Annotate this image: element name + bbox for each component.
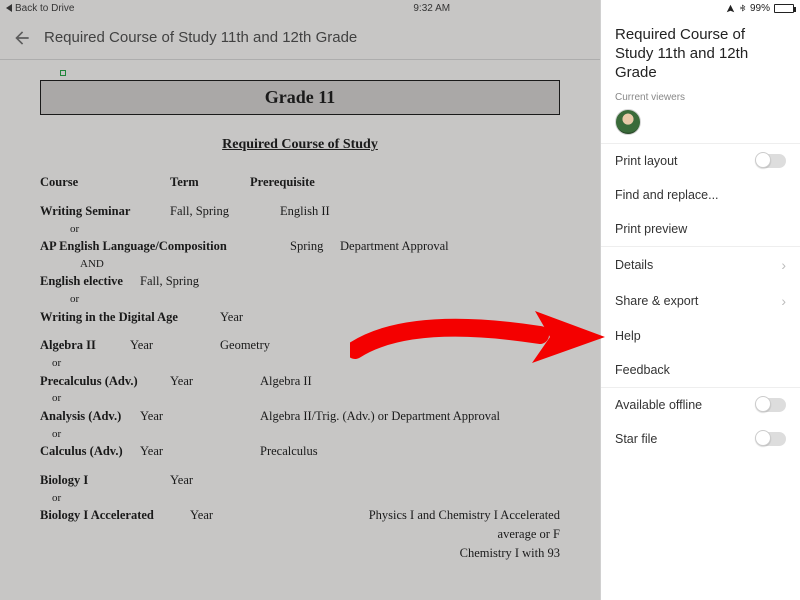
back-arrow-button[interactable]: [10, 26, 34, 50]
connector-or: or: [40, 221, 560, 238]
course-term: Fall, Spring: [140, 272, 560, 291]
menu-print-preview[interactable]: Print preview: [601, 212, 800, 246]
course-prereq: Algebra II/Trig. (Adv.) or Department Ap…: [260, 407, 560, 426]
connector-or: or: [40, 291, 560, 308]
selection-handle-icon: [60, 70, 66, 76]
menu-label: Find and replace...: [615, 188, 719, 202]
overflow-panel: 99% Required Course of Study 11th and 12…: [600, 0, 800, 600]
menu-label: Details: [615, 258, 653, 272]
menu-help[interactable]: Help: [601, 319, 800, 353]
menu-label: Available offline: [615, 398, 702, 412]
menu-find-replace[interactable]: Find and replace...: [601, 178, 800, 212]
course-name: Algebra II: [40, 336, 130, 355]
back-to-drive-link[interactable]: Back to Drive: [6, 3, 74, 14]
doc-subtitle: Required Course of Study: [40, 137, 560, 153]
col-prereq: Prerequisite: [250, 173, 560, 192]
course-prereq: English II: [280, 202, 560, 221]
viewers-label: Current viewers: [601, 86, 800, 107]
bluetooth-icon: [739, 3, 746, 13]
course-prereq: average or F: [320, 525, 560, 544]
connector-or: or: [40, 490, 560, 507]
menu-label: Feedback: [615, 363, 670, 377]
connector-or: or: [40, 390, 560, 407]
back-to-drive-label: Back to Drive: [15, 3, 74, 14]
course-name: English elective: [40, 272, 140, 291]
course-name: Writing in the Digital Age: [40, 308, 220, 327]
course-prereq: Physics I and Chemistry I Accelerated: [320, 506, 560, 525]
chevron-right-icon: ›: [781, 257, 786, 273]
toggle-star[interactable]: [756, 432, 786, 446]
chevron-right-icon: ›: [781, 293, 786, 309]
course-prereq: Precalculus: [260, 442, 560, 461]
grade-banner: Grade 11: [40, 80, 560, 115]
course-term: Year: [190, 506, 320, 562]
col-term: Term: [170, 173, 250, 192]
course-prereq: Geometry: [220, 336, 560, 355]
menu-feedback[interactable]: Feedback: [601, 353, 800, 387]
course-prereq: Algebra II: [260, 372, 560, 391]
course-term: Year: [140, 407, 260, 426]
battery-percent: 99%: [750, 3, 770, 14]
course-name: Writing Seminar: [40, 202, 170, 221]
course-term: Year: [140, 442, 260, 461]
menu-star-file[interactable]: Star file: [601, 422, 800, 456]
course-term: Year: [220, 308, 560, 327]
connector-or: or: [40, 426, 560, 443]
panel-title: Required Course of Study 11th and 12th G…: [601, 16, 800, 86]
menu-print-layout[interactable]: Print layout: [601, 144, 800, 178]
menu-label: Print preview: [615, 222, 687, 236]
toggle-offline[interactable]: [756, 398, 786, 412]
course-term: Year: [130, 336, 220, 355]
course-prereq: Chemistry I with 93: [320, 544, 560, 563]
course-term: Year: [170, 372, 260, 391]
col-course: Course: [40, 173, 170, 192]
menu-label: Help: [615, 329, 641, 343]
viewer-avatar[interactable]: [615, 109, 641, 135]
course-term: Spring: [290, 237, 340, 256]
toggle-print-layout[interactable]: [756, 154, 786, 168]
course-name: Analysis (Adv.): [40, 407, 140, 426]
course-term: Fall, Spring: [170, 202, 280, 221]
course-name: Calculus (Adv.): [40, 442, 140, 461]
course-name: AP English Language/Composition: [40, 237, 290, 256]
menu-available-offline[interactable]: Available offline: [601, 388, 800, 422]
battery-icon: [774, 4, 794, 13]
document-viewport[interactable]: Grade 11 Required Course of Study Course…: [0, 60, 600, 600]
course-name: Biology I Accelerated: [40, 506, 190, 562]
connector-or: or: [40, 355, 560, 372]
menu-label: Print layout: [615, 154, 678, 168]
back-caret-icon: [6, 4, 12, 12]
course-name: Biology I: [40, 471, 170, 490]
menu-share-export[interactable]: Share & export ›: [601, 283, 800, 319]
menu-label: Star file: [615, 432, 657, 446]
course-term: Year: [170, 471, 560, 490]
menu-label: Share & export: [615, 294, 698, 308]
page-title: Required Course of Study 11th and 12th G…: [44, 29, 357, 46]
location-icon: [726, 4, 735, 13]
course-prereq: Department Approval: [340, 237, 560, 256]
menu-details[interactable]: Details ›: [601, 247, 800, 283]
connector-and: AND: [40, 256, 560, 273]
course-name: Precalculus (Adv.): [40, 372, 170, 391]
